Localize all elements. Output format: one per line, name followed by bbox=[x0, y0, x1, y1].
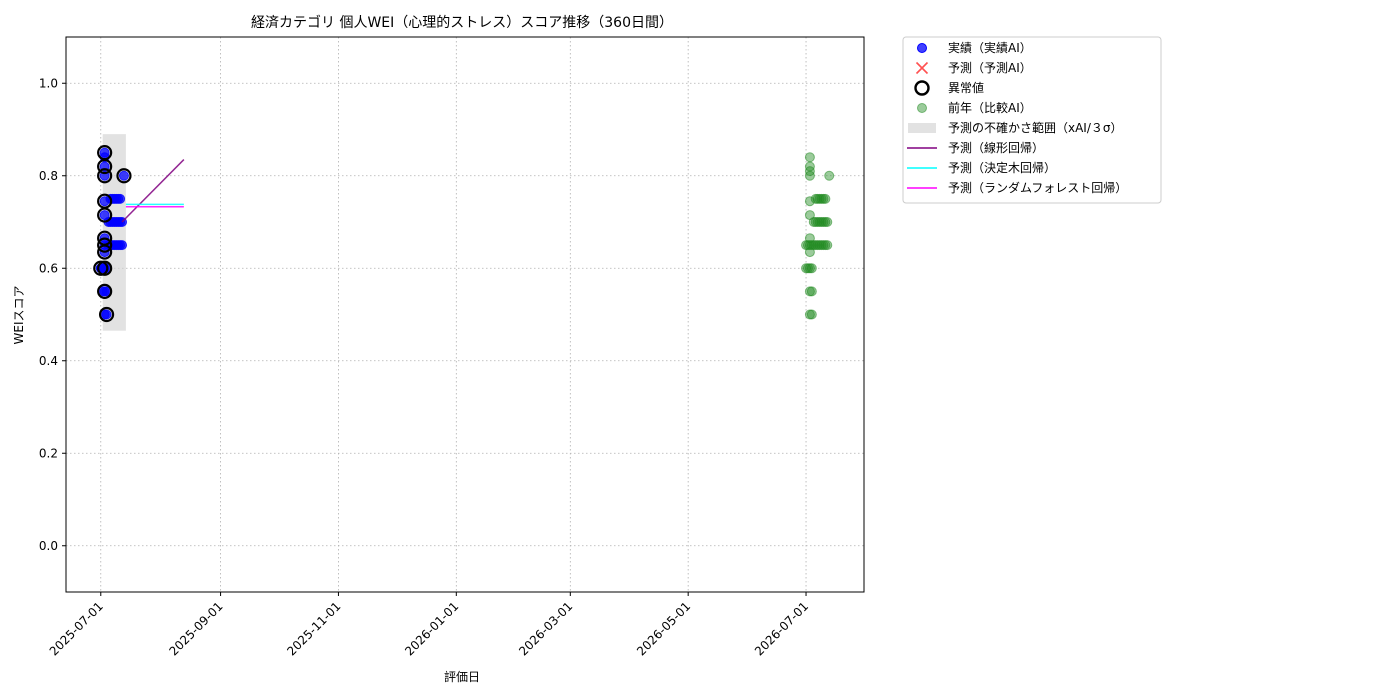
x-tick-label: 2026-05-01 bbox=[634, 599, 693, 658]
legend-label: 前年（比較AI） bbox=[948, 100, 1032, 115]
plot-grid bbox=[66, 37, 864, 592]
y-tick-label: 0.8 bbox=[39, 169, 58, 183]
previous-year-point bbox=[806, 286, 817, 297]
legend-label: 予測（線形回帰） bbox=[948, 140, 1044, 155]
previous-year-point bbox=[822, 217, 833, 227]
y-axis: 0.0 0.2 0.4 0.6 0.8 1.0 bbox=[39, 76, 66, 553]
chart-title: 経済カテゴリ 個人WEI（心理的ストレス）スコア推移（360日間） bbox=[251, 14, 673, 31]
x-axis: 2025-07-01 2025-09-01 2025-11-01 2026-01-01… bbox=[47, 592, 811, 658]
plot-frame bbox=[65, 36, 865, 593]
previous-year-point bbox=[804, 152, 815, 163]
x-axis-label: 評価日 bbox=[444, 669, 480, 684]
y-tick-label: 0.2 bbox=[39, 446, 58, 460]
actual-point bbox=[115, 193, 126, 204]
x-tick-label: 2026-03-01 bbox=[516, 599, 575, 658]
legend-box bbox=[902, 36, 1162, 204]
previous-year-point bbox=[822, 240, 833, 251]
x-tick-label: 2025-07-01 bbox=[47, 599, 106, 658]
x-tick-label: 2025-09-01 bbox=[166, 599, 225, 658]
legend-band-swatch bbox=[908, 123, 936, 133]
previous-year-point bbox=[806, 309, 817, 320]
legend-label: 実績（実績AI） bbox=[948, 40, 1032, 55]
legend-previous-year-marker bbox=[917, 103, 927, 113]
legend-actual-marker bbox=[917, 43, 927, 53]
actual-point bbox=[101, 309, 112, 320]
x-tick-label: 2026-07-01 bbox=[752, 599, 811, 658]
previous-year-point bbox=[820, 193, 831, 204]
plot-series bbox=[93, 134, 835, 331]
legend-label: 予測（決定木回帰） bbox=[948, 160, 1056, 175]
actual-point bbox=[118, 170, 129, 181]
legend-label: 異常値 bbox=[948, 80, 984, 95]
legend-label: 予測（ランダムフォレスト回帰） bbox=[948, 180, 1127, 195]
x-tick-label: 2026-01-01 bbox=[402, 599, 461, 658]
y-axis-label: WEIスコア bbox=[12, 286, 26, 345]
chart: 経済カテゴリ 個人WEI（心理的ストレス）スコア推移（360日間） 2025-0… bbox=[12, 14, 1162, 684]
previous-year-point bbox=[806, 263, 817, 274]
legend-label: 予測の不確かさ範囲（xAI/３σ） bbox=[948, 120, 1123, 135]
actual-point bbox=[117, 240, 128, 251]
y-tick-label: 1.0 bbox=[39, 76, 58, 90]
previous-year-point bbox=[824, 170, 835, 181]
prediction-line bbox=[121, 159, 185, 223]
x-tick-label: 2025-11-01 bbox=[284, 599, 343, 658]
y-tick-label: 0.4 bbox=[39, 354, 58, 368]
legend: 実績（実績AI） 予測（予測AI） 異常値前年（比較AI） 予測の不確かさ範囲（xAI… bbox=[902, 36, 1162, 204]
previous-year-point bbox=[804, 170, 815, 181]
y-tick-label: 0.0 bbox=[39, 539, 58, 553]
legend-label: 予測（予測AI） bbox=[948, 61, 1032, 75]
y-tick-label: 0.6 bbox=[39, 261, 58, 275]
